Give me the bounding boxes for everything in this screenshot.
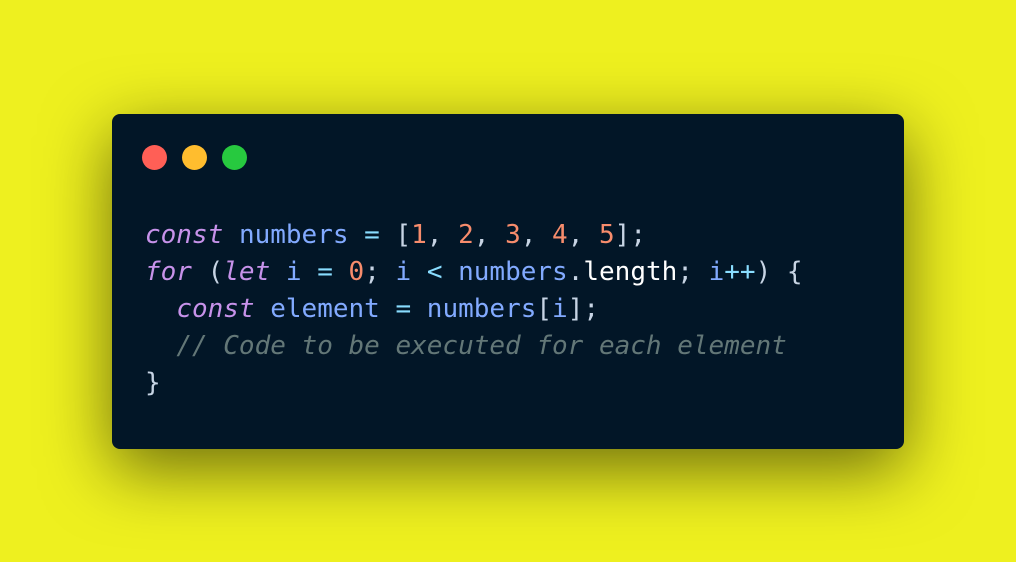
bracket-open: [ [536,294,553,324]
code-line-3: const element = numbers[i]; [145,291,803,328]
code-block: const numbers = [1, 2, 3, 4, 5]; for (let… [145,217,803,402]
comma: , [473,220,506,250]
page-background: const numbers = [1, 2, 3, 4, 5]; for (let… [0,0,1016,562]
number-4: 4 [552,220,568,250]
identifier-i: i [708,257,725,287]
keyword-for: for [145,257,192,287]
comma: , [426,220,459,250]
number-3: 3 [505,220,521,250]
operator-equals: = [395,294,412,324]
operator-less-than: < [426,257,443,287]
code-line-2: for (let i = 0; i < numbers.length; i++)… [145,254,803,291]
identifier-numbers: numbers [458,257,568,287]
identifier-numbers: numbers [238,220,349,250]
brace-close: } [145,368,161,398]
brace-open: { [786,257,803,287]
code-line-5: } [145,365,803,402]
maximize-dot-icon [222,145,247,170]
operator-increment: ++ [724,257,756,287]
minimize-dot-icon [182,145,207,170]
bracket-close: ]; [567,294,599,324]
identifier-i: i [552,294,568,324]
identifier-element: element [270,294,380,324]
dot: . [567,257,584,287]
bracket-close: ]; [614,220,646,250]
code-window: const numbers = [1, 2, 3, 4, 5]; for (let… [112,114,904,449]
code-line-1: const numbers = [1, 2, 3, 4, 5]; [145,217,803,254]
keyword-let: let [223,257,271,287]
operator-equals: = [364,220,380,250]
code-comment: // Code to be executed for each element [176,331,787,361]
paren-close: ) [755,257,772,287]
keyword-const: const [176,294,255,324]
operator-equals: = [317,257,333,287]
identifier-i: i [285,257,302,287]
identifier-i: i [395,257,412,287]
comma: , [520,220,553,250]
code-line-4: // Code to be executed for each element [145,328,803,365]
semicolon: ; [364,257,380,287]
number-2: 2 [458,220,474,250]
number-1: 1 [411,220,427,250]
comma: , [567,220,600,250]
keyword-const: const [145,220,224,250]
bracket-open: [ [395,220,412,250]
paren-open: ( [207,257,224,287]
property-length: length [583,257,678,287]
number-5: 5 [599,220,615,250]
identifier-numbers: numbers [426,294,537,324]
semicolon: ; [677,257,693,287]
close-dot-icon [142,145,167,170]
number-0: 0 [348,257,365,287]
